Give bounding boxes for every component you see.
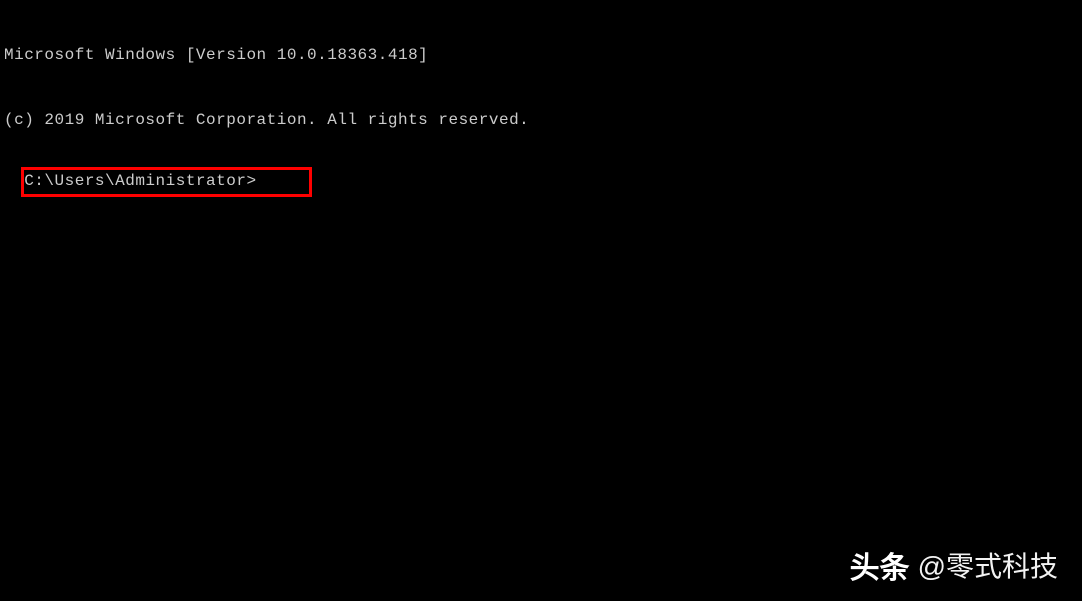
watermark-handle: @零式科技 xyxy=(918,545,1058,585)
command-prompt[interactable]: C:\Users\Administrator> xyxy=(24,172,256,190)
version-line: Microsoft Windows [Version 10.0.18363.41… xyxy=(4,45,1082,67)
watermark: 头条 @零式科技 xyxy=(850,543,1058,587)
watermark-brand: 头条 xyxy=(850,543,910,587)
terminal-output[interactable]: Microsoft Windows [Version 10.0.18363.41… xyxy=(0,0,1082,197)
copyright-line: (c) 2019 Microsoft Corporation. All righ… xyxy=(4,110,1082,132)
command-prompt-highlight: C:\Users\Administrator> xyxy=(21,167,311,197)
